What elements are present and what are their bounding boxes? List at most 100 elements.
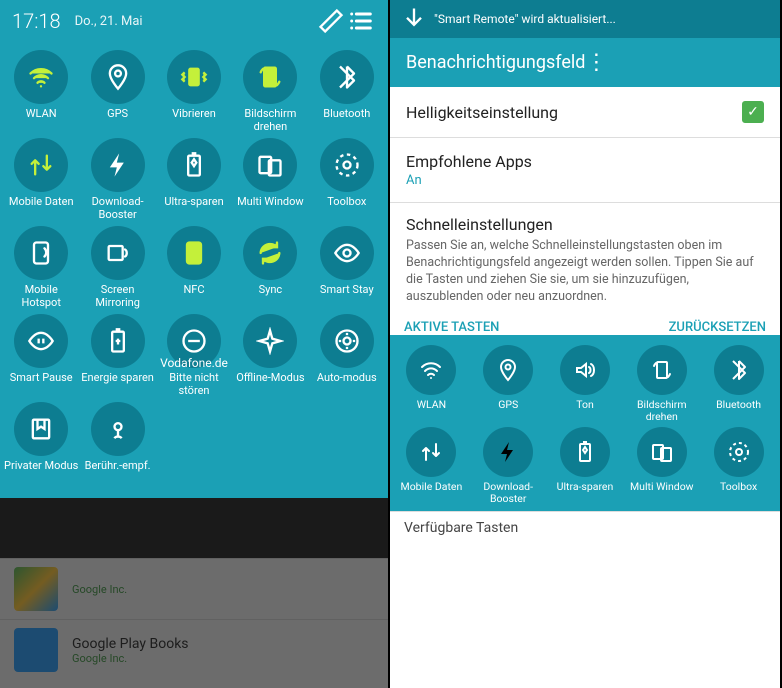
wifi-icon[interactable]	[406, 345, 456, 395]
list-icon[interactable]	[346, 6, 376, 36]
tile-bluetooth[interactable]: Bluetooth	[310, 50, 384, 134]
battery-ultra-icon[interactable]	[167, 138, 221, 192]
tile-toolbox[interactable]: Toolbox	[310, 138, 384, 222]
tile-mirror[interactable]: Screen Mirroring	[80, 226, 154, 310]
tile-multiwindow[interactable]: Multi Window	[624, 427, 699, 507]
tile-data[interactable]: Mobile Daten	[4, 138, 78, 222]
tile-bluetooth[interactable]: Bluetooth	[701, 345, 776, 425]
bolt-icon[interactable]	[91, 138, 145, 192]
rotate-icon[interactable]	[637, 345, 687, 395]
tile-label: WLAN	[417, 399, 446, 425]
hotspot-icon[interactable]	[14, 226, 68, 280]
rotate-icon[interactable]	[243, 50, 297, 104]
notification-panel-settings: "Smart Remote" wird aktualisiert... Bena…	[390, 0, 780, 688]
tile-label: Smart Stay	[320, 284, 374, 310]
quick-settings-section: Schnelleinstellungen Passen Sie an, welc…	[390, 203, 780, 314]
download-status: "Smart Remote" wird aktualisiert...	[434, 12, 616, 26]
bluetooth-icon[interactable]	[714, 345, 764, 395]
tile-label: Mobile Daten	[401, 481, 463, 507]
tile-label: Mobile Daten	[9, 196, 74, 222]
wifi-icon[interactable]	[14, 50, 68, 104]
tile-nfc[interactable]: NFC	[157, 226, 231, 310]
tile-battery-ultra[interactable]: Ultra-sparen	[548, 427, 623, 507]
tile-rotate[interactable]: Bildschirm drehen	[233, 50, 307, 134]
mirror-icon[interactable]	[91, 226, 145, 280]
tile-location[interactable]: GPS	[80, 50, 154, 134]
tile-label: Multi Window	[237, 196, 304, 222]
page-title: Benachrichtigungsfeld	[406, 52, 585, 73]
tile-label: Auto-modus	[317, 372, 377, 398]
tile-label: Toolbox	[327, 196, 366, 222]
tile-label: Privater Modus	[4, 460, 78, 486]
tile-label: Bluetooth	[323, 108, 370, 134]
location-icon[interactable]	[91, 50, 145, 104]
reset-button[interactable]: ZURÜCKSETZEN	[669, 320, 766, 335]
recommended-apps-setting[interactable]: Empfohlene Apps An	[390, 138, 780, 203]
tile-label: GPS	[107, 108, 128, 134]
tile-label: Bitte nicht stören	[157, 372, 231, 398]
checkbox-checked-icon[interactable]: ✓	[742, 101, 764, 123]
tile-label: Berühr.-empf.	[85, 460, 151, 486]
data-icon[interactable]	[14, 138, 68, 192]
tile-label: Smart Pause	[10, 372, 73, 398]
eye-icon[interactable]	[320, 226, 374, 280]
multiwindow-icon[interactable]	[243, 138, 297, 192]
quick-settings-panel: Google Inc. Google Play BooksGoogle Inc.…	[0, 0, 390, 688]
tile-data[interactable]: Mobile Daten	[394, 427, 469, 507]
tile-label: Energie sparen	[81, 372, 154, 398]
date: Do., 21. Mai	[75, 14, 316, 29]
toolbox-icon[interactable]	[320, 138, 374, 192]
page-header: Benachrichtigungsfeld ⋮	[390, 38, 780, 87]
status-bar: 17:18 Do., 21. Mai	[0, 0, 388, 42]
tile-label: Toolbox	[720, 481, 757, 507]
tile-label: Bildschirm drehen	[233, 108, 307, 134]
clock: 17:18	[12, 9, 61, 33]
tile-wifi[interactable]: WLAN	[394, 345, 469, 425]
tile-sync[interactable]: Sync	[233, 226, 307, 310]
vibrate-icon[interactable]	[167, 50, 221, 104]
tile-label: Ultra-sparen	[164, 196, 223, 222]
private-icon[interactable]	[14, 402, 68, 456]
available-buttons-header: Verfügbare Tasten	[390, 511, 780, 544]
tile-touch[interactable]: Berühr.-empf.	[80, 402, 154, 486]
tile-bolt[interactable]: Download-Booster	[80, 138, 154, 222]
tile-label: Screen Mirroring	[80, 284, 154, 310]
edit-icon[interactable]	[316, 6, 346, 36]
tile-battery-ultra[interactable]: Ultra-sparen	[157, 138, 231, 222]
tile-label: Ultra-sparen	[557, 481, 614, 507]
tile-label: Vibrieren	[172, 108, 216, 134]
tile-sound[interactable]: Ton	[548, 345, 623, 425]
tile-vibrate[interactable]: Vibrieren	[157, 50, 231, 134]
overflow-menu-icon[interactable]: ⋮	[585, 56, 764, 70]
location-icon[interactable]	[483, 345, 533, 395]
brightness-setting[interactable]: Helligkeitseinstellung ✓	[390, 87, 780, 138]
tile-label: Download-Booster	[80, 196, 154, 222]
tile-hotspot[interactable]: Mobile Hotspot	[4, 226, 78, 310]
multiwindow-icon[interactable]	[637, 427, 687, 477]
bg-app-row: Google Play BooksGoogle Inc.	[0, 619, 388, 680]
data-icon[interactable]	[406, 427, 456, 477]
sound-icon[interactable]	[560, 345, 610, 395]
tile-eye[interactable]: Smart Stay	[310, 226, 384, 310]
touch-icon[interactable]	[91, 402, 145, 456]
bg-app-row: Google Inc.	[0, 558, 388, 619]
active-buttons-tab[interactable]: AKTIVE TASTEN	[404, 320, 669, 335]
tile-label: Download-Booster	[471, 481, 546, 507]
toolbox-icon[interactable]	[714, 427, 764, 477]
tile-bolt[interactable]: Download-Booster	[471, 427, 546, 507]
tile-wifi[interactable]: WLAN	[4, 50, 78, 134]
tile-private[interactable]: Privater Modus	[4, 402, 78, 486]
background-apps: Google Inc. Google Play BooksGoogle Inc.	[0, 558, 388, 688]
tile-location[interactable]: GPS	[471, 345, 546, 425]
tile-label: WLAN	[26, 108, 57, 134]
tile-label: Offline-Modus	[236, 372, 304, 398]
sync-icon[interactable]	[243, 226, 297, 280]
tile-multiwindow[interactable]: Multi Window	[233, 138, 307, 222]
tile-toolbox[interactable]: Toolbox	[701, 427, 776, 507]
bluetooth-icon[interactable]	[320, 50, 374, 104]
tile-rotate[interactable]: Bildschirm drehen	[624, 345, 699, 425]
tile-label: Multi Window	[630, 481, 694, 507]
bolt-icon[interactable]	[483, 427, 533, 477]
nfc-icon[interactable]	[167, 226, 221, 280]
battery-ultra-icon[interactable]	[560, 427, 610, 477]
